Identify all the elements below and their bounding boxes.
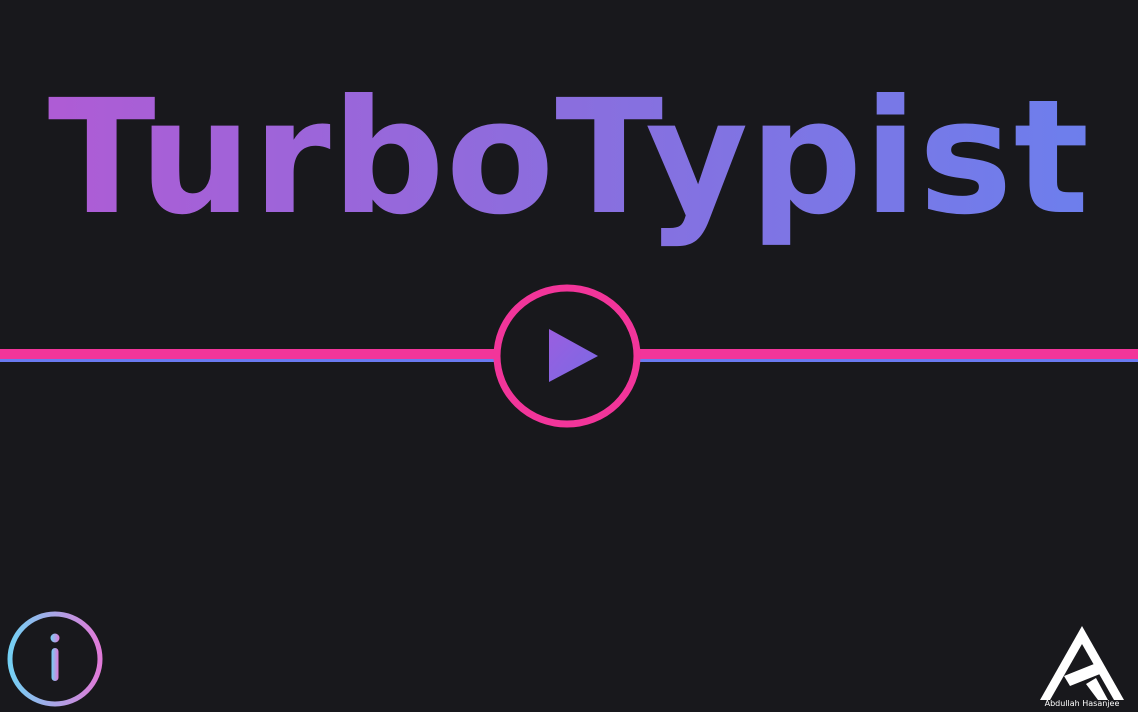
play-icon (493, 284, 641, 428)
info-button[interactable] (4, 610, 106, 708)
ah-monogram-icon (1040, 626, 1124, 700)
play-button[interactable] (491, 283, 643, 429)
game-title: TurboTypist (0, 58, 1138, 258)
divider-line-right (640, 349, 1138, 363)
author-name: Abdullah Hasanjee (1044, 699, 1120, 708)
info-icon (7, 611, 103, 707)
author-logo: Abdullah Hasanjee (1034, 624, 1130, 712)
divider-line-left (0, 349, 496, 363)
